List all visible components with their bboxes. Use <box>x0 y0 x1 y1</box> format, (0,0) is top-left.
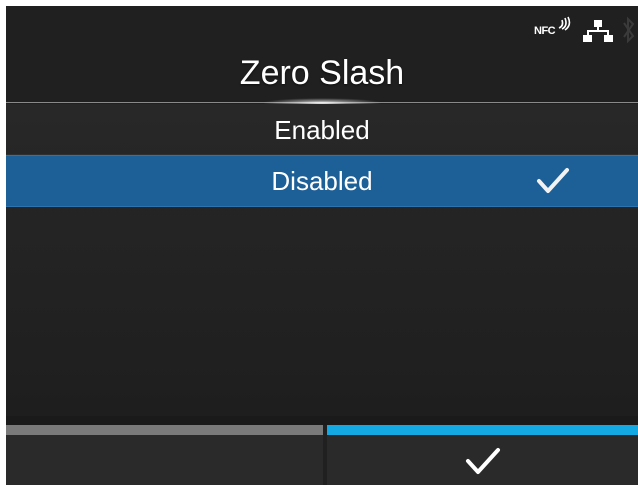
confirm-button[interactable] <box>327 425 638 485</box>
footer-shade <box>6 416 638 425</box>
left-button-accent <box>6 425 323 435</box>
printer-display-screen: NFC Zero Slash Enabled Disabled <box>6 6 638 485</box>
option-label-enabled: Enabled <box>274 115 370 145</box>
option-list: Enabled Disabled <box>6 104 638 416</box>
page-title: Zero Slash <box>239 54 405 92</box>
confirm-button-accent <box>327 425 638 435</box>
option-label-disabled: Disabled <box>271 166 373 196</box>
nfc-waves-icon <box>558 16 571 31</box>
left-soft-button[interactable] <box>6 425 323 485</box>
nfc-icon: NFC <box>534 25 556 37</box>
check-icon <box>537 168 569 193</box>
network-icon <box>583 20 613 42</box>
confirm-check-icon <box>466 448 500 474</box>
option-enabled[interactable]: Enabled <box>6 104 638 156</box>
bluetooth-icon <box>623 16 635 44</box>
footer-bar <box>6 425 638 485</box>
option-disabled[interactable]: Disabled <box>6 155 638 207</box>
title-area: Zero Slash <box>6 42 638 104</box>
